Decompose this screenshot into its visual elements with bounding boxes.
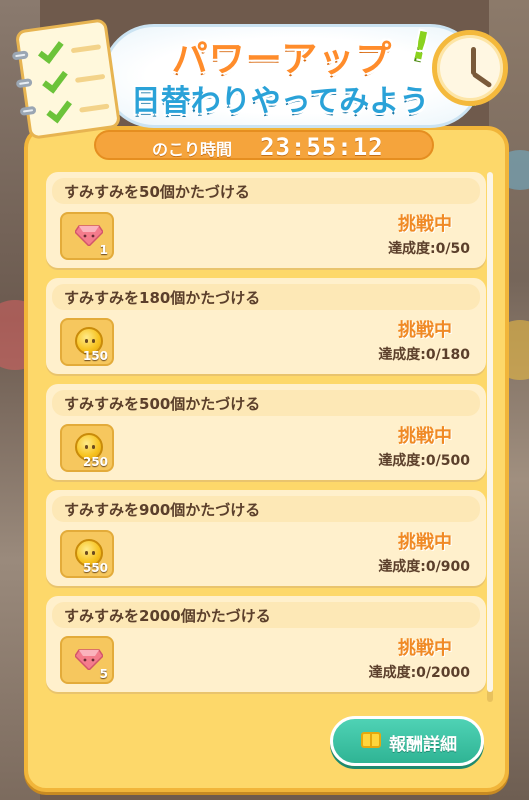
reward-box: 5: [60, 636, 114, 684]
remaining-time-label: のこり時間: [152, 140, 233, 159]
reward-box: 1: [60, 212, 114, 260]
mission-status: 挑戦中: [398, 214, 452, 235]
title-banner: パワーアップ ! 日替わりやってみよう !: [11, 10, 514, 140]
notebook-ring: [11, 50, 29, 61]
mission-card: すみすみを900個かたづける 550 挑戦中 達成度:0/900: [46, 490, 486, 586]
reward-quantity: 550: [82, 561, 108, 575]
notebook-ring: [15, 78, 33, 89]
mission-list[interactable]: すみすみを50個かたづける 1 挑戦中 達成度:0/50 すみすみを180個かた…: [38, 168, 498, 712]
remaining-time-value: 23:55:12: [260, 133, 384, 161]
check-mark-icon: [42, 66, 68, 94]
scrollbar-thumb[interactable]: [487, 172, 493, 692]
clock-hand: [471, 71, 493, 89]
mission-progress: 達成度:0/50: [388, 241, 470, 257]
mission-progress: 達成度:0/2000: [368, 665, 470, 681]
mission-status: 挑戦中: [398, 532, 452, 553]
reward-quantity: 150: [82, 349, 108, 363]
reward-box: 250: [60, 424, 114, 472]
mission-progress: 達成度:0/500: [378, 453, 470, 469]
remaining-time-bar: のこり時間 23:55:12: [94, 130, 434, 161]
mission-card: すみすみを180個かたづける 150 挑戦中 達成度:0/180: [46, 278, 486, 374]
book-icon: [361, 732, 381, 748]
mission-title: すみすみを2000個かたづける: [64, 607, 271, 625]
mission-status: 挑戦中: [398, 638, 452, 659]
mission-card: すみすみを50個かたづける 1 挑戦中 達成度:0/50: [46, 172, 486, 268]
reward-box: 550: [60, 530, 114, 578]
mission-card: すみすみを2000個かたづける 5 挑戦中 達成度:0/2000: [46, 596, 486, 692]
mission-title: すみすみを180個かたづける: [64, 289, 261, 307]
mission-progress: 達成度:0/180: [378, 347, 470, 363]
mission-status: 挑戦中: [398, 426, 452, 447]
mission-title: すみすみを900個かたづける: [64, 501, 261, 519]
clock-icon: [432, 30, 508, 106]
banner-subtitle: 日替わりやってみよう: [130, 84, 430, 119]
mission-progress: 達成度:0/900: [378, 559, 470, 575]
reward-box: 150: [60, 318, 114, 366]
mission-status: 挑戦中: [398, 320, 452, 341]
reward-details-label: 報酬詳細: [389, 735, 457, 755]
reward-quantity: 250: [82, 455, 108, 469]
check-line: [70, 44, 102, 54]
banner-title: パワーアップ: [171, 39, 393, 80]
mission-title: すみすみを500個かたづける: [64, 395, 261, 413]
check-mark-icon: [46, 95, 72, 124]
notebook-ring: [19, 105, 37, 116]
reward-quantity: 5: [99, 667, 108, 681]
check-mark-icon: [37, 36, 64, 64]
mission-card: すみすみを500個かたづける 250 挑戦中 達成度:0/500: [46, 384, 486, 480]
mission-list-scrollbar[interactable]: [487, 172, 493, 702]
reward-details-button[interactable]: 報酬詳細: [330, 716, 484, 766]
mission-title: すみすみを50個かたづける: [64, 183, 250, 201]
clock-hand: [471, 47, 476, 75]
reward-quantity: 1: [99, 243, 108, 257]
